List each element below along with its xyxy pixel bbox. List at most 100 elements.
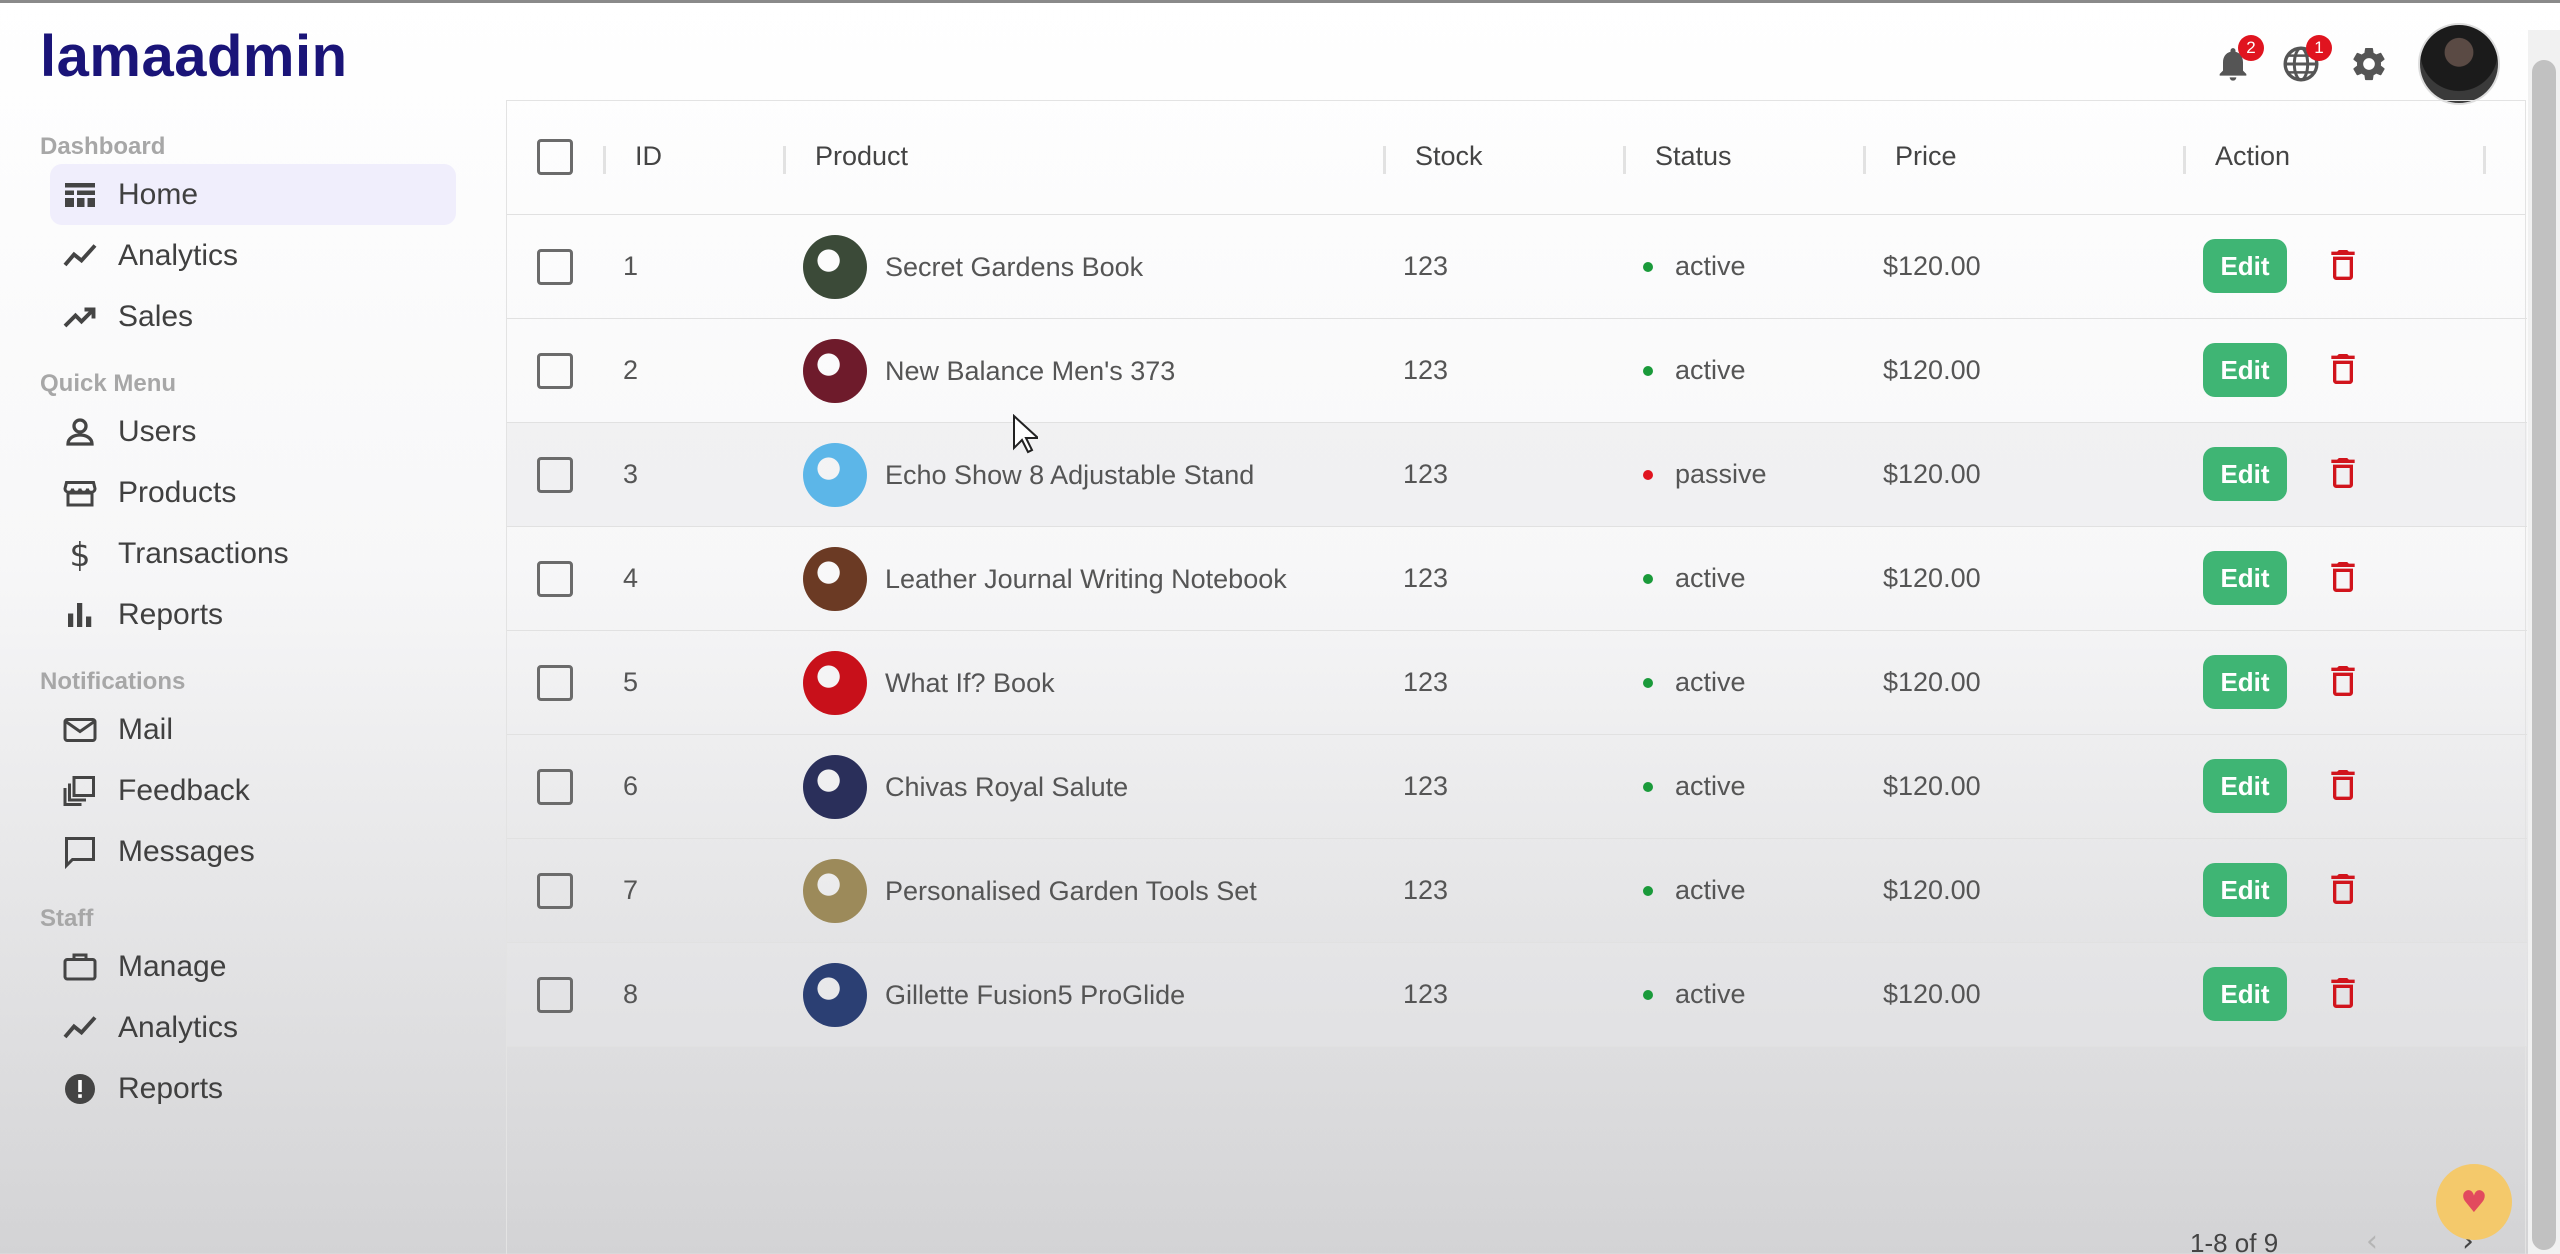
status-dot (1643, 885, 1653, 896)
sidebar-item-products[interactable]: Products (50, 462, 456, 523)
row-status: active (1643, 355, 1746, 386)
row-status: active (1643, 667, 1746, 698)
notifications-button[interactable]: 2 (2210, 35, 2264, 87)
chat-icon (65, 836, 95, 869)
status-dot (1643, 261, 1653, 272)
sidebar-item-transactions[interactable]: $ Transactions (50, 523, 456, 584)
delete-button[interactable] (2323, 245, 2363, 285)
sidebar-item-label: Feedback (118, 773, 250, 807)
settings-button[interactable] (2346, 41, 2392, 87)
header-product[interactable]: Product (815, 141, 908, 172)
sidebar-item-reports[interactable]: Reports (50, 584, 456, 645)
row-id: 6 (623, 771, 639, 801)
delete-button[interactable] (2323, 765, 2363, 805)
table-row[interactable]: 3 Echo Show 8 Adjustable Stand 123 passi… (507, 423, 2527, 527)
table-row[interactable]: 6 Chivas Royal Salute 123 active $120.00… (507, 735, 2527, 839)
table-row[interactable]: 2 New Balance Men's 373 123 active $120.… (507, 319, 2527, 423)
table-row[interactable]: 4 Leather Journal Writing Notebook 123 a… (507, 527, 2527, 631)
mouse-cursor-icon (1013, 414, 1038, 454)
select-all-checkbox[interactable] (537, 139, 573, 175)
table-row[interactable]: 7 Personalised Garden Tools Set 123 acti… (507, 839, 2527, 943)
report-icon (65, 1073, 95, 1104)
row-id: 5 (623, 667, 639, 697)
delete-button[interactable] (2323, 453, 2363, 493)
table-row[interactable]: 1 Secret Gardens Book 123 active $120.00… (507, 215, 2527, 319)
status-dot (1643, 365, 1653, 376)
edit-button[interactable]: Edit (2203, 655, 2287, 709)
sidebar-section-title: Notifications (40, 668, 186, 695)
delete-button[interactable] (2323, 869, 2363, 909)
edit-button[interactable]: Edit (2203, 967, 2287, 1021)
user-avatar[interactable] (2418, 23, 2500, 105)
edit-button[interactable]: Edit (2203, 447, 2287, 501)
delete-button[interactable] (2323, 557, 2363, 597)
row-status: active (1643, 563, 1746, 594)
sidebar-item-home[interactable]: Home (50, 164, 456, 225)
row-product: Secret Gardens Book (803, 235, 1143, 299)
edit-button[interactable]: Edit (2203, 863, 2287, 917)
header-action[interactable]: Action (2215, 141, 2290, 172)
row-checkbox[interactable] (537, 769, 573, 805)
status-dot (1643, 677, 1653, 688)
row-product: Personalised Garden Tools Set (803, 859, 1257, 923)
sidebar-item-feedback[interactable]: Feedback (50, 760, 456, 821)
table-row[interactable]: 5 What If? Book 123 active $120.00 Edit (507, 631, 2527, 735)
sidebar-item-staff-reports[interactable]: Reports (50, 1058, 456, 1119)
row-price: $120.00 (1883, 355, 1981, 385)
mail-icon (63, 717, 97, 742)
row-checkbox[interactable] (537, 561, 573, 597)
row-checkbox[interactable] (537, 977, 573, 1013)
product-image (803, 443, 867, 507)
product-name: New Balance Men's 373 (885, 355, 1176, 386)
row-checkbox[interactable] (537, 457, 573, 493)
edit-button-label: Edit (2203, 239, 2287, 293)
trash-icon (2331, 354, 2355, 384)
row-stock: 123 (1403, 459, 1449, 489)
language-button[interactable]: 1 (2278, 35, 2332, 87)
product-image (803, 859, 867, 923)
header-stock[interactable]: Stock (1415, 141, 1483, 172)
home-icon (65, 182, 95, 207)
row-checkbox[interactable] (537, 353, 573, 389)
edit-button-label: Edit (2203, 447, 2287, 501)
sidebar-item-sales[interactable]: Sales (50, 286, 456, 347)
mascot-icon[interactable]: ♥ (2436, 1164, 2512, 1240)
prev-page-button[interactable]: ‹ (2366, 1224, 2378, 1254)
edit-button-label: Edit (2203, 759, 2287, 813)
row-checkbox[interactable] (537, 665, 573, 701)
sidebar-item-staff-analytics[interactable]: Analytics (50, 997, 456, 1058)
pagination-range: 1-8 of 9 (2190, 1228, 2279, 1254)
edit-button[interactable]: Edit (2203, 551, 2287, 605)
header-status[interactable]: Status (1655, 141, 1732, 172)
table-row[interactable]: 8 Gillette Fusion5 ProGlide 123 active $… (507, 943, 2527, 1047)
store-icon (63, 480, 97, 506)
delete-button[interactable] (2323, 349, 2363, 389)
edit-button[interactable]: Edit (2203, 239, 2287, 293)
row-checkbox[interactable] (537, 873, 573, 909)
status-text: active (1675, 875, 1746, 905)
status-text: active (1675, 251, 1746, 281)
app-logo[interactable]: lamaadmin (40, 23, 348, 90)
sidebar-item-manage[interactable]: Manage (50, 936, 456, 997)
sidebar-item-analytics[interactable]: Analytics (50, 225, 456, 286)
sidebar-item-messages[interactable]: Messages (50, 821, 456, 882)
header-price[interactable]: Price (1895, 141, 1957, 172)
delete-button[interactable] (2323, 661, 2363, 701)
scrollbar-thumb[interactable] (2532, 60, 2556, 1250)
row-status: active (1643, 771, 1746, 802)
sidebar-item-mail[interactable]: Mail (50, 699, 456, 760)
header-id[interactable]: ID (635, 141, 662, 172)
trash-icon (2331, 666, 2355, 696)
sidebar-item-users[interactable]: Users (50, 401, 456, 462)
row-checkbox[interactable] (537, 249, 573, 285)
edit-button[interactable]: Edit (2203, 343, 2287, 397)
edit-button[interactable]: Edit (2203, 759, 2287, 813)
trash-icon (2331, 562, 2355, 592)
trash-icon (2331, 770, 2355, 800)
product-name: Leather Journal Writing Notebook (885, 563, 1287, 594)
sidebar-item-label: Reports (118, 1071, 224, 1105)
sidebar-item-label: Users (118, 414, 197, 448)
language-badge: 1 (2306, 35, 2332, 61)
delete-button[interactable] (2323, 973, 2363, 1013)
edit-button-label: Edit (2203, 655, 2287, 709)
